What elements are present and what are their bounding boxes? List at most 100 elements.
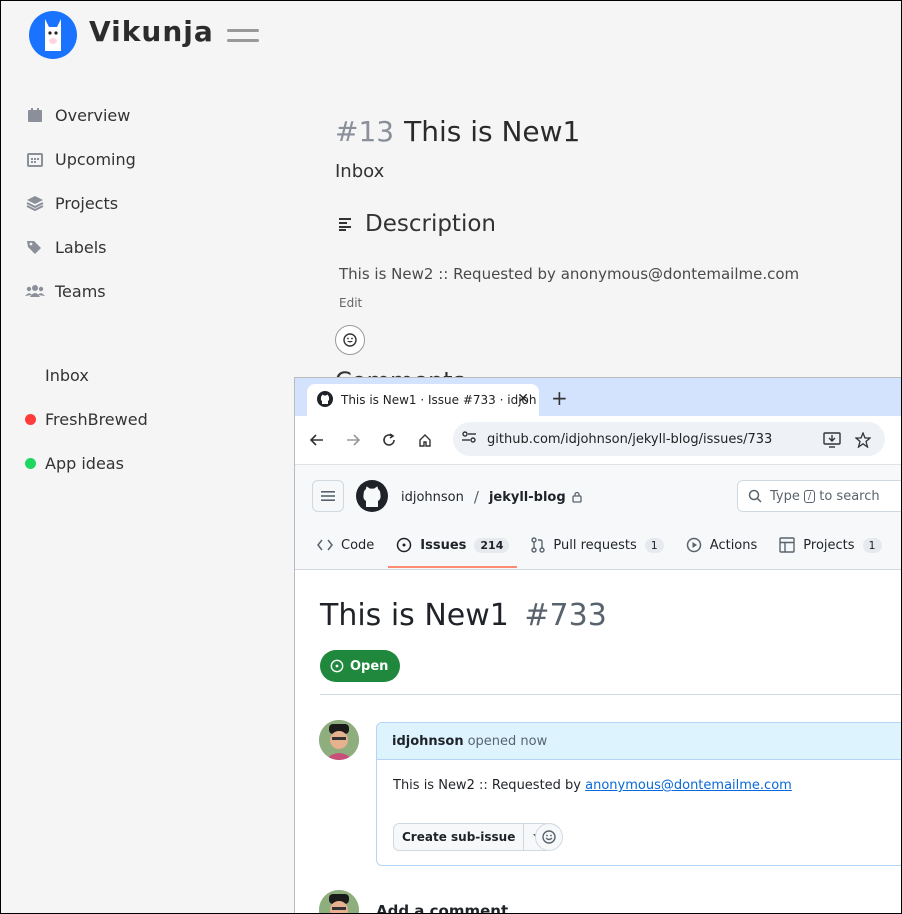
avatar[interactable] [319,890,359,913]
browser-tabstrip: This is New1 · Issue #733 · idjoh ✕ + [295,378,901,416]
issue-title: This is New1 #733 [320,598,607,633]
new-tab-button[interactable]: + [551,386,568,410]
repo-name-link[interactable]: jekyll-blog [489,490,566,505]
project-label: App ideas [45,453,124,473]
lock-icon [571,491,582,503]
github-search-input[interactable]: Type / to search [737,480,901,512]
menu-toggle-icon[interactable] [227,29,259,45]
hamburger-icon [321,491,335,501]
repo-breadcrumb: idjohnson / jekyll-blog [401,488,582,506]
repo-owner-link[interactable]: idjohnson [401,490,464,505]
tab-label: Code [341,537,375,553]
layers-icon [25,193,45,213]
play-circle-icon [686,537,702,553]
tab-issues[interactable]: Issues 214 [388,533,518,568]
add-comment-heading: Add a comment [376,902,509,914]
reload-icon[interactable] [379,430,399,450]
site-info-icon[interactable] [461,430,477,448]
project-color-dot [25,457,36,469]
tab-label: Actions [709,537,758,553]
nav-item-upcoming[interactable]: Upcoming [25,137,136,181]
projects-count-badge: 1 [862,537,882,553]
address-bar[interactable]: github.com/idjohnson/jekyll-blog/issues/… [453,422,885,456]
issue-state-label: Open [350,658,389,674]
project-label: FreshBrewed [45,409,148,429]
screen: Vikunja Overview Upcoming Projects Label… [0,0,902,914]
github-header: idjohnson / jekyll-blog Type / to search… [295,465,901,570]
create-sub-issue-label[interactable]: Create sub-issue [394,824,525,850]
browser-toolbar: github.com/idjohnson/jekyll-blog/issues/… [295,416,901,465]
smiley-icon [343,333,357,347]
github-logo-icon[interactable] [356,480,388,516]
nav-item-teams[interactable]: Teams [25,269,136,313]
add-reaction-button[interactable] [535,823,563,851]
issue-title-text: This is New1 [320,598,509,633]
project-list: Inbox FreshBrewed App ideas [25,353,148,485]
brand-name[interactable]: Vikunja [89,15,214,48]
project-item-app-ideas[interactable]: App ideas [25,441,148,485]
divider [320,694,901,695]
tab-code[interactable]: Code [317,533,374,557]
project-item-freshbrewed[interactable]: FreshBrewed [25,397,148,441]
nav-item-labels[interactable]: Labels [25,225,136,269]
nav-item-overview[interactable]: Overview [25,93,136,137]
comment-author-link[interactable]: idjohnson [392,734,464,749]
nav-label: Overview [55,105,131,125]
comment-header: idjohnson opened now [377,723,901,760]
install-app-icon[interactable] [822,430,842,450]
task-number: #13 [335,115,395,148]
tab-actions[interactable]: Actions [686,533,758,557]
tab-projects[interactable]: Projects 1 [779,533,882,557]
code-icon [317,539,333,551]
task-project[interactable]: Inbox [335,161,384,182]
users-icon [25,281,45,301]
calendar-icon [25,105,45,125]
home-icon[interactable] [415,430,435,450]
bookmark-star-icon[interactable] [853,430,873,450]
email-link[interactable]: anonymous@dontemailme.com [585,778,792,793]
issue-open-icon [330,659,344,673]
task-heading[interactable]: #13 This is New1 [335,115,580,148]
search-prefix: Type [770,488,800,504]
add-reaction-button[interactable] [335,325,365,355]
github-favicon-icon [317,390,333,410]
task-title[interactable]: This is New1 [404,115,580,148]
github-menu-button[interactable] [312,480,344,512]
comment-meta: opened now [467,733,548,749]
search-suffix: to search [819,488,880,504]
breadcrumb-separator: / [473,488,479,506]
browser-tab[interactable]: This is New1 · Issue #733 · idjoh ✕ [307,384,539,416]
url-text: github.com/idjohnson/jekyll-blog/issues/… [487,431,773,447]
tab-label: Issues [420,537,467,553]
project-label: Inbox [45,365,89,385]
vikunja-logo-icon[interactable] [29,11,77,59]
close-tab-icon[interactable]: ✕ [517,391,529,407]
forward-icon[interactable] [343,430,363,450]
avatar[interactable] [319,720,359,760]
pull-request-icon [531,537,546,553]
main-nav: Overview Upcoming Projects Labels Teams [25,93,136,313]
task-description[interactable]: This is New2 :: Requested by anonymous@d… [339,265,799,283]
project-item-inbox[interactable]: Inbox [25,353,148,397]
issue-comment: idjohnson opened now This is New2 :: Req… [376,722,901,866]
tab-pull-requests[interactable]: Pull requests 1 [531,533,664,557]
tab-label: Pull requests [553,537,637,553]
nav-item-projects[interactable]: Projects [25,181,136,225]
pull-requests-count-badge: 1 [644,537,664,553]
align-left-icon [339,217,353,231]
nav-label: Teams [55,281,106,301]
issues-count-badge: 214 [474,537,510,553]
issue-number: #733 [524,598,607,633]
calendar-grid-icon [25,149,45,169]
issue-open-icon [397,537,412,553]
smiley-icon [542,830,556,844]
repo-tabs: Code Issues 214 Pull requests 1 Actions [317,533,901,568]
search-shortcut-key: / [803,489,816,503]
comment-text: This is New2 :: Requested by [393,778,586,793]
back-icon[interactable] [307,430,327,450]
browser-window: This is New1 · Issue #733 · idjoh ✕ + gi… [294,377,901,914]
nav-label: Labels [55,237,107,257]
nav-label: Projects [55,193,119,213]
edit-description-button[interactable]: Edit [339,296,362,310]
create-sub-issue-button[interactable]: Create sub-issue [393,823,552,851]
